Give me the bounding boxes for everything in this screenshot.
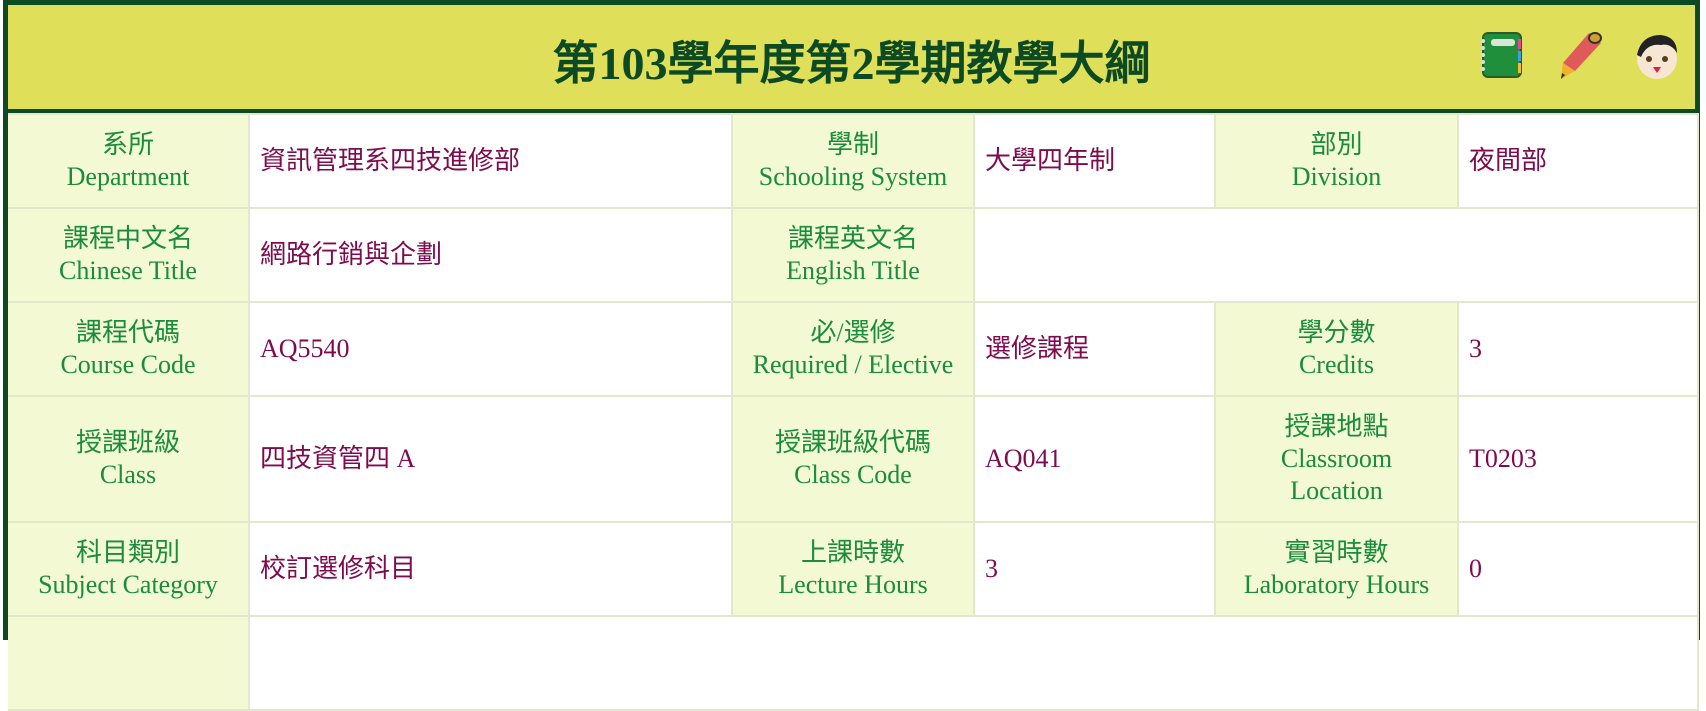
department-value: 資訊管理系四技進修部 — [248, 113, 733, 209]
laboratory-hours-value: 0 — [1457, 521, 1699, 617]
page-header: 第103學年度第2學期教學大綱 — [8, 5, 1695, 113]
label-zh: 科目類別 — [75, 538, 180, 567]
label-en: Lecture Hours — [778, 570, 928, 599]
required-elective-label: 必/選修 Required / Elective — [731, 301, 975, 397]
next-row-label — [8, 615, 250, 711]
label-zh: 必/選修 — [810, 318, 896, 347]
page-title: 第103學年度第2學期教學大綱 — [552, 38, 1151, 89]
chinese-title-label: 課程中文名 Chinese Title — [8, 207, 250, 303]
next-row-value — [248, 615, 1699, 711]
division-label: 部別 Division — [1214, 113, 1459, 209]
department-label: 系所 Department — [8, 113, 250, 209]
classroom-location-label: 授課地點 Classroom Location — [1214, 395, 1459, 523]
label-zh: 學制 — [826, 130, 879, 159]
table-row: 科目類別 Subject Category 校訂選修科目 上課時數 Lecture … — [8, 521, 1699, 617]
label-zh: 授課班級代碼 — [774, 428, 931, 457]
class-code-value: AQ041 — [973, 395, 1216, 523]
face-icon[interactable] — [1631, 29, 1683, 81]
pencil-icon[interactable] — [1553, 29, 1605, 81]
label-en: Division — [1291, 162, 1382, 191]
label-zh: 課程代碼 — [75, 318, 180, 347]
syllabus-info-table: 系所 Department 資訊管理系四技進修部 學制 Schooling Syst… — [8, 113, 1699, 711]
label-zh: 課程中文名 — [62, 224, 193, 253]
label-en: Required / Elective — [752, 350, 954, 379]
table-row — [8, 615, 1699, 711]
label-en: Credits — [1298, 350, 1375, 379]
table-row: 課程中文名 Chinese Title 網路行銷與企劃 課程英文名 English … — [8, 207, 1699, 303]
syllabus-frame: 第103學年度第2學期教學大綱 系所 Department 資訊管理系四技進修部 … — [3, 0, 1700, 711]
schooling-system-label: 學制 Schooling System — [731, 113, 975, 209]
label-zh: 學分數 — [1297, 318, 1376, 347]
english-title-label: 課程英文名 English Title — [731, 207, 975, 303]
label-en: Chinese Title — [59, 256, 197, 285]
course-code-value: AQ5540 — [248, 301, 733, 397]
chinese-title-value: 網路行銷與企劃 — [248, 207, 733, 303]
lecture-hours-label: 上課時數 Lecture Hours — [731, 521, 975, 617]
label-en: English Title — [786, 256, 920, 285]
credits-label: 學分數 Credits — [1214, 301, 1459, 397]
table-row: 授課班級 Class 四技資管四 A 授課班級代碼 Class Code AQ041… — [8, 395, 1699, 523]
label-zh: 上課時數 — [800, 538, 905, 567]
table-row: 課程代碼 Course Code AQ5540 必/選修 Required / El… — [8, 301, 1699, 397]
course-code-label: 課程代碼 Course Code — [8, 301, 250, 397]
label-en: Course Code — [60, 350, 196, 379]
lecture-hours-value: 3 — [973, 521, 1216, 617]
english-title-value — [973, 207, 1699, 303]
required-elective-value: 選修課程 — [973, 301, 1216, 397]
label-zh: 授課地點 — [1284, 412, 1389, 441]
label-en: Classroom — [1280, 444, 1393, 473]
label-zh: 授課班級 — [75, 428, 180, 457]
subject-category-label: 科目類別 Subject Category — [8, 521, 250, 617]
label-en: Class Code — [794, 460, 912, 489]
classroom-location-value: T0203 — [1457, 395, 1699, 523]
schooling-system-value: 大學四年制 — [973, 113, 1216, 209]
credits-value: 3 — [1457, 301, 1699, 397]
class-code-label: 授課班級代碼 Class Code — [731, 395, 975, 523]
label-en: Schooling System — [758, 162, 948, 191]
laboratory-hours-label: 實習時數 Laboratory Hours — [1214, 521, 1459, 617]
class-value: 四技資管四 A — [248, 395, 733, 523]
label-zh: 課程英文名 — [787, 224, 918, 253]
label-zh: 實習時數 — [1284, 538, 1389, 567]
label-zh: 部別 — [1310, 130, 1363, 159]
label-en: Subject Category — [38, 570, 218, 599]
class-label: 授課班級 Class — [8, 395, 250, 523]
notebook-icon[interactable] — [1475, 29, 1527, 81]
label-en: Class — [99, 460, 157, 489]
division-value: 夜間部 — [1457, 113, 1699, 209]
table-row: 系所 Department 資訊管理系四技進修部 學制 Schooling Syst… — [8, 113, 1699, 209]
label-en: Location — [1290, 476, 1383, 505]
subject-category-value: 校訂選修科目 — [248, 521, 733, 617]
label-en: Department — [66, 162, 190, 191]
label-zh: 系所 — [101, 130, 154, 159]
label-en: Laboratory Hours — [1243, 570, 1430, 599]
